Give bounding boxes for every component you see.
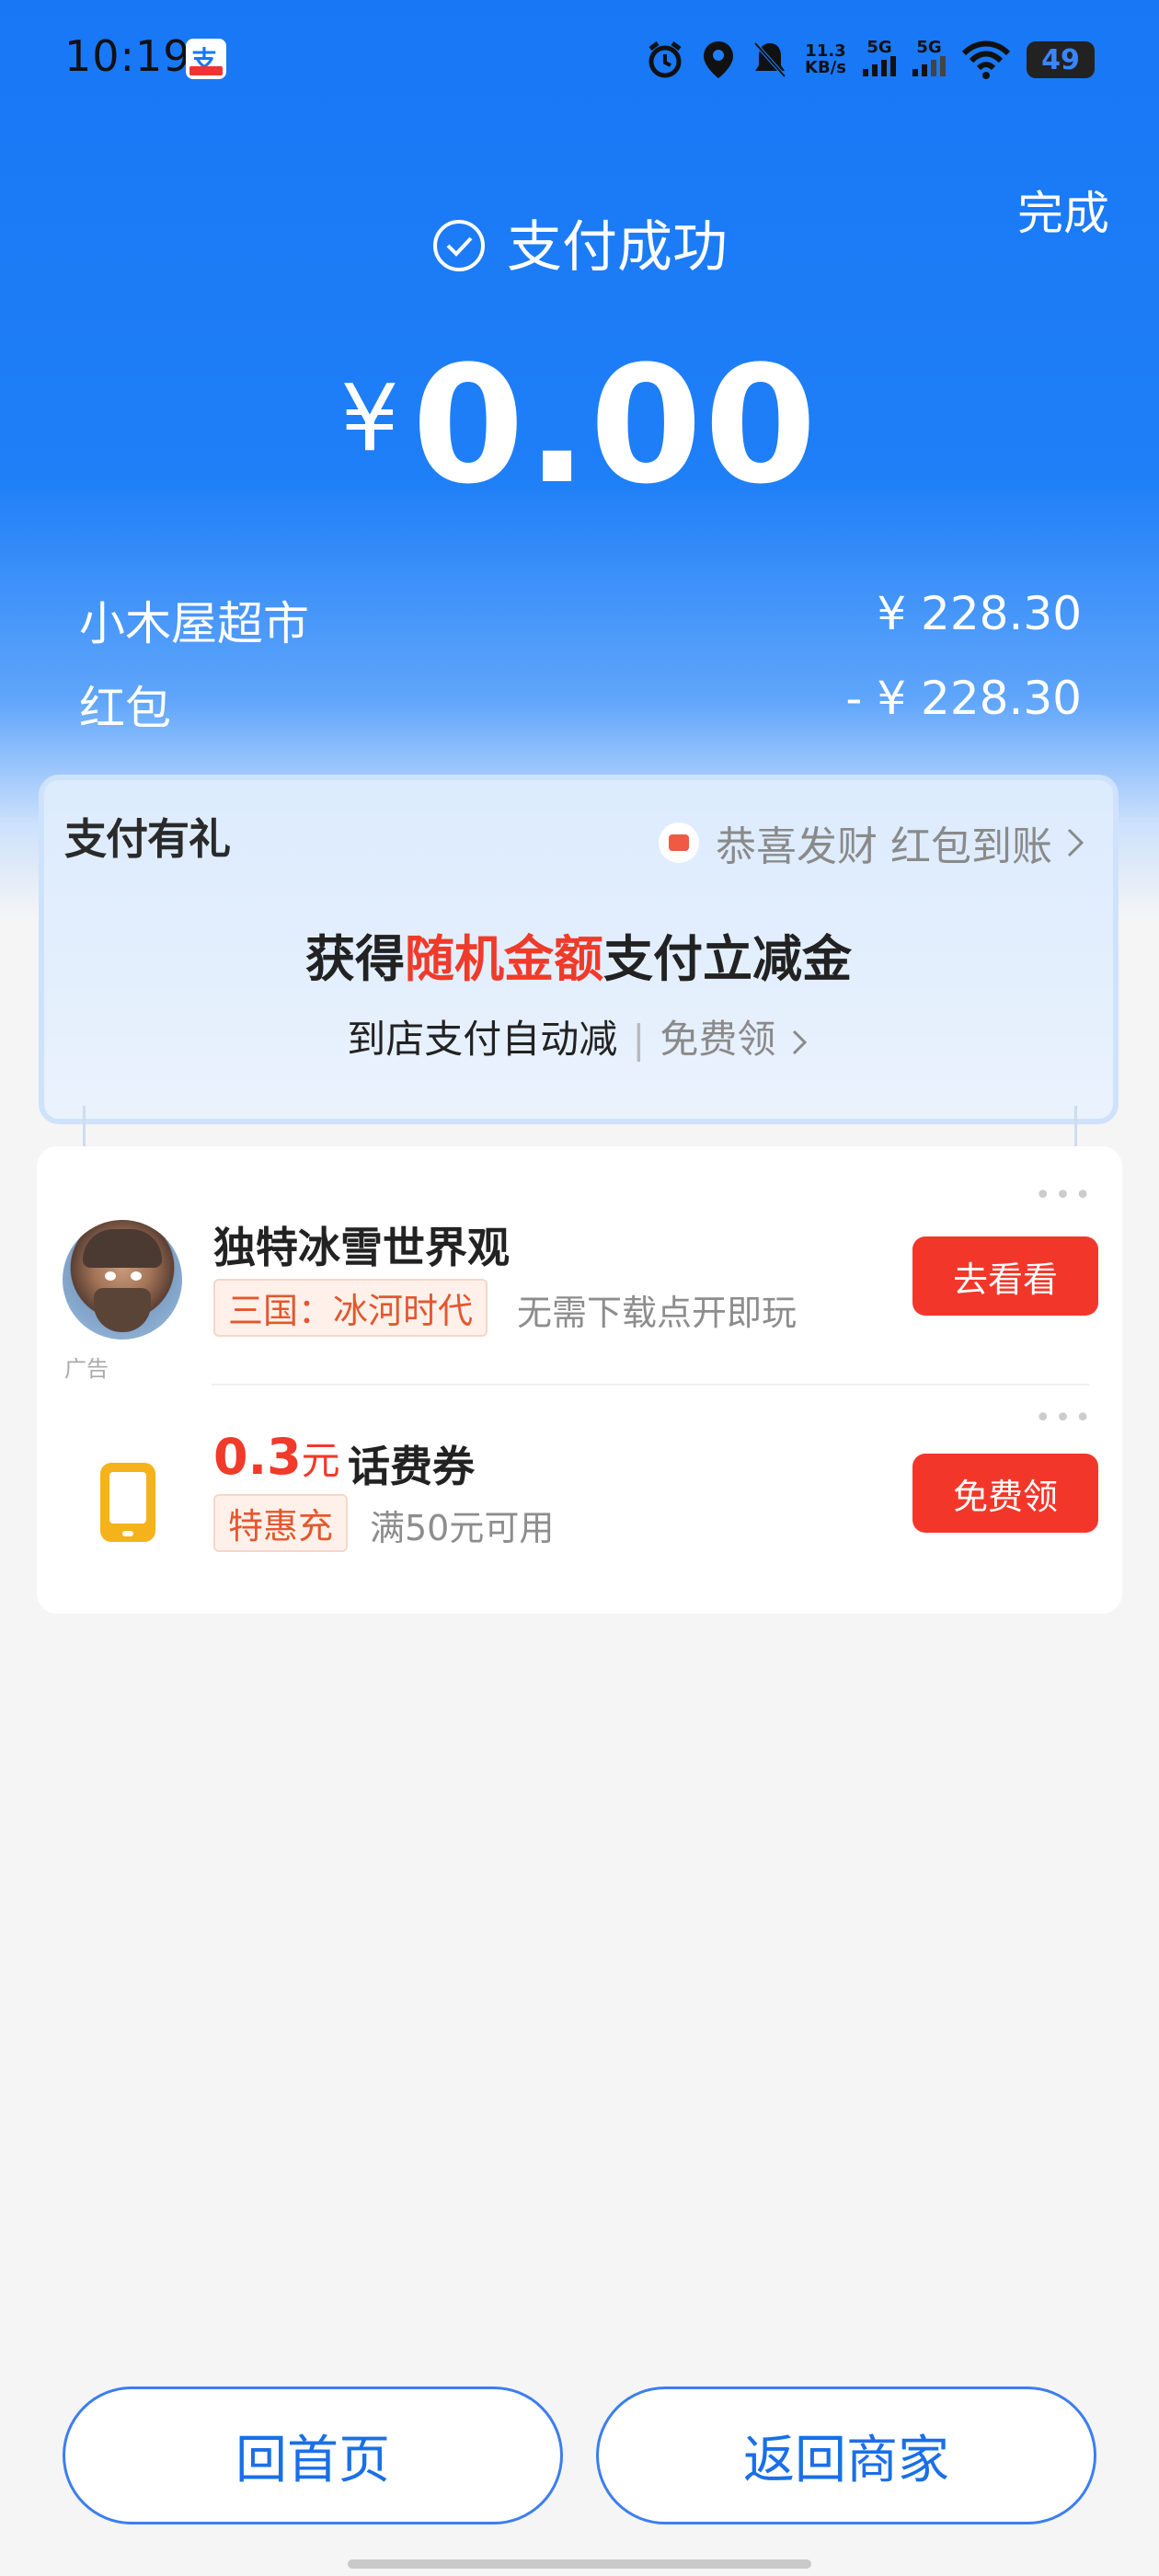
divider: | — [632, 1017, 646, 1062]
check-circle-icon — [433, 220, 485, 272]
red-envelope-icon — [659, 822, 699, 863]
payment-gift-card[interactable]: 支付有礼 恭喜发财 红包到账 获得随机金额支付立减金 到店支付自动减 | 免费领 — [39, 775, 1119, 1124]
redpacket-label: 红包 — [79, 682, 171, 735]
home-indicator[interactable] — [348, 2559, 811, 2569]
home-button[interactable]: 回首页 — [63, 2386, 563, 2524]
ad-label: 广告 — [64, 1356, 109, 1382]
chevron-right-icon — [1067, 828, 1084, 857]
coupon-tag: 特惠充 — [213, 1494, 349, 1552]
gift-subline: 到店支付自动减 | 免费领 — [44, 1008, 1113, 1064]
coupon-price: 0.3元 — [213, 1428, 340, 1486]
signal-icon — [912, 56, 946, 76]
claim-coupon-button[interactable]: 免费领 — [912, 1454, 1098, 1533]
status-icons: 11.3 KB/s 5G 5G 49 — [645, 37, 1095, 83]
gift-card-tag[interactable]: 恭喜发财 红包到账 — [659, 813, 1089, 872]
gift-headline-pre: 获得 — [305, 930, 405, 988]
game-avatar[interactable] — [63, 1220, 182, 1340]
more-options-icon[interactable]: ••• — [1035, 1179, 1095, 1212]
phone-icon — [68, 1443, 188, 1562]
gift-headline-highlight: 随机金额 — [405, 930, 603, 988]
offers-card: ••• 广告 独特冰雪世界观 三国：冰河时代 无需下载点开即玩 去看看 ••• … — [37, 1146, 1122, 1614]
signal-icon — [863, 56, 896, 76]
currency-symbol: ¥ — [340, 364, 399, 472]
network-speed: 11.3 KB/s — [805, 41, 846, 77]
coupon-desc: 满50元可用 — [370, 1508, 555, 1548]
alarm-icon — [648, 41, 682, 78]
gift-headline-post: 支付立减金 — [603, 930, 852, 988]
status-bar: 10:19 支 11.3 KB/s 5G 5G 49 — [0, 0, 1159, 120]
mute-icon — [753, 41, 786, 78]
merchant-row: 小木屋超市 ¥ 228.30 — [79, 587, 1082, 653]
gift-sub-text: 到店支付自动减 — [347, 1017, 618, 1062]
coupon-title[interactable]: 话费券 — [348, 1433, 475, 1494]
game-offer-tag: 三国：冰河时代 — [213, 1279, 488, 1337]
merchant-name: 小木屋超市 — [79, 597, 309, 650]
gift-claim-link[interactable]: 免费领 — [660, 1017, 775, 1062]
location-icon — [704, 41, 734, 78]
gift-headline: 获得随机金额支付立减金 — [44, 918, 1113, 991]
game-offer-title[interactable]: 独特冰雪世界观 — [213, 1214, 510, 1275]
gift-card-tag-text: 恭喜发财 红包到账 — [716, 823, 1052, 870]
more-options-icon[interactable]: ••• — [1035, 1402, 1095, 1434]
redpacket-row: 红包 - ¥ 228.30 — [79, 672, 1082, 738]
game-offer-desc: 无需下载点开即玩 — [517, 1293, 798, 1333]
signal-5g-2: 5G — [912, 40, 946, 80]
back-to-merchant-button[interactable]: 返回商家 — [596, 2386, 1096, 2524]
signal-5g-1: 5G — [863, 40, 896, 80]
status-time: 10:19 — [64, 31, 191, 81]
chevron-right-icon — [792, 1029, 807, 1054]
amount-value: 0.00 — [411, 331, 819, 520]
watch-game-button[interactable]: 去看看 — [912, 1236, 1098, 1316]
paid-amount: ¥0.00 — [0, 331, 1159, 520]
alipay-notification-icon: 支 — [186, 39, 226, 79]
gift-card-title: 支付有礼 — [64, 814, 231, 864]
payment-success-text: 支付成功 — [507, 215, 728, 280]
battery-icon: 49 — [1027, 41, 1095, 78]
redpacket-amount: - ¥ 228.30 — [845, 672, 1082, 725]
payment-success-title: 支付成功 — [0, 202, 1159, 282]
wifi-icon — [962, 40, 1010, 79]
merchant-amount: ¥ 228.30 — [877, 587, 1082, 640]
divider — [212, 1384, 1089, 1386]
